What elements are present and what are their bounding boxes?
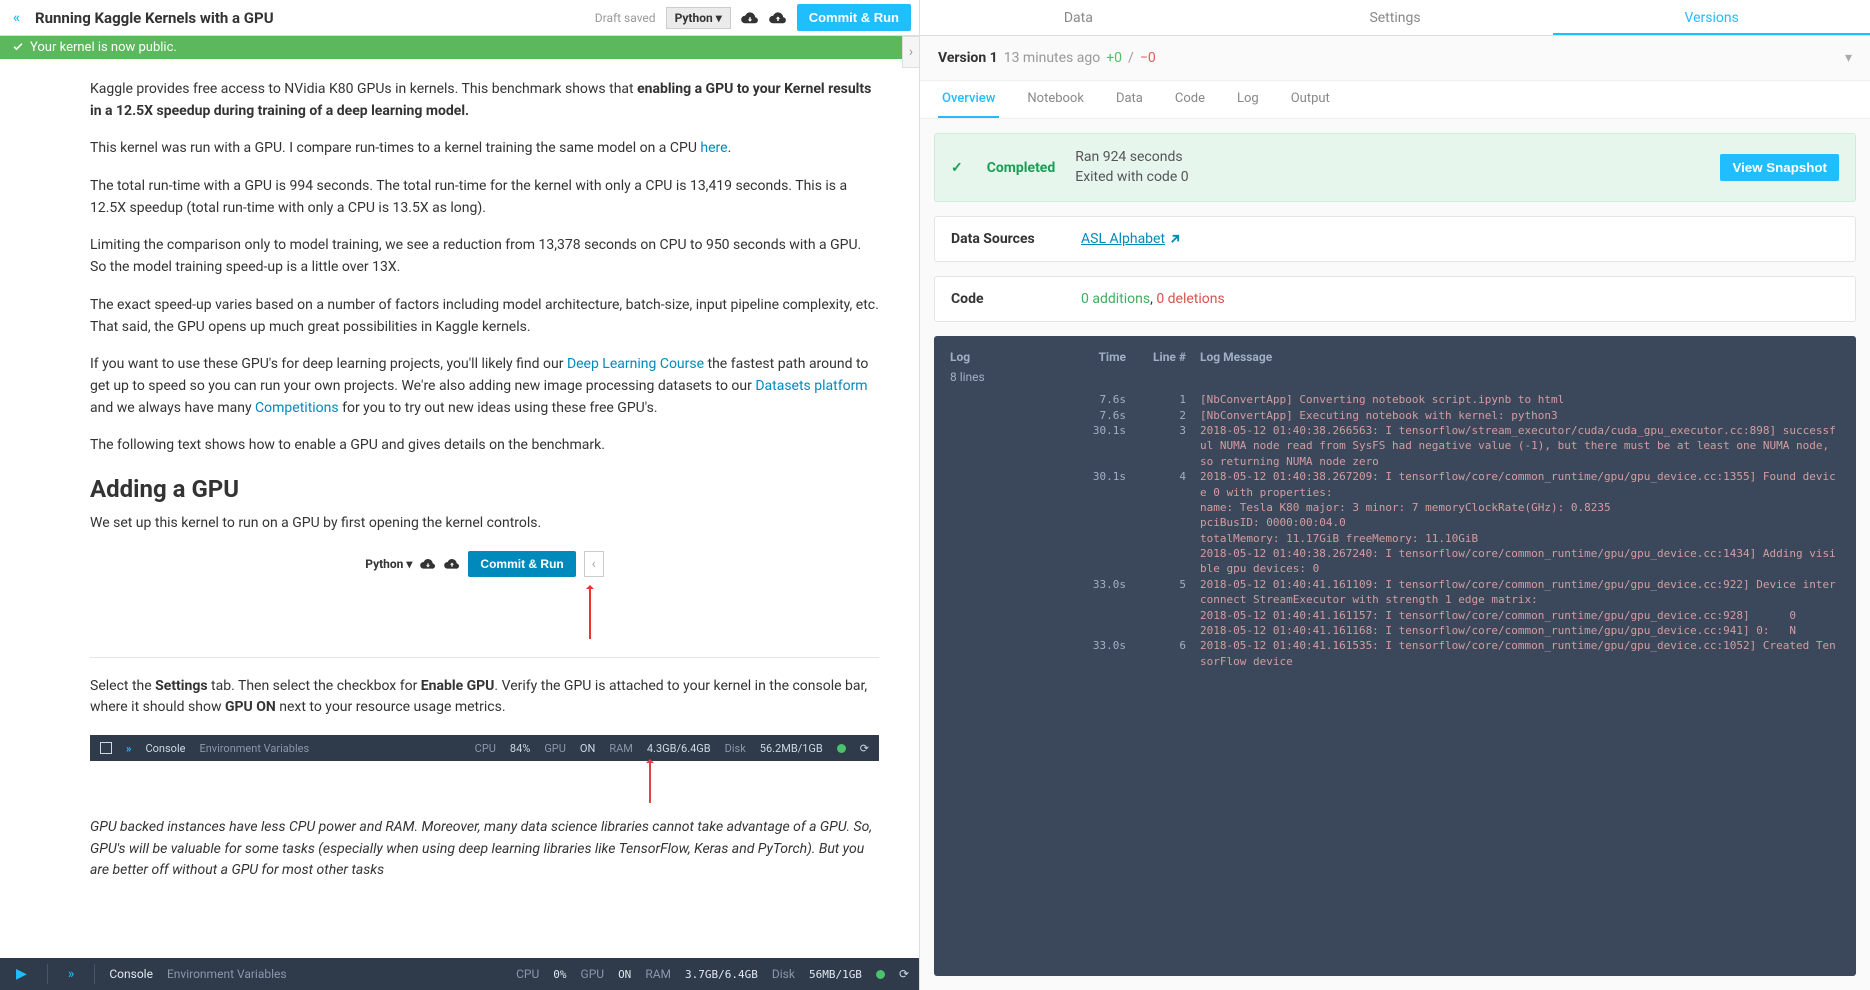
code-card: Code 0 additions, 0 deletions [934, 276, 1856, 322]
red-arrow-1 [589, 587, 591, 639]
log-row: 33.0s62018-05-12 01:40:41.161535: I tens… [950, 638, 1840, 669]
banner-text: Your kernel is now public. [30, 40, 177, 55]
play-icon[interactable]: ▶ [10, 966, 33, 982]
draft-saved-label: Draft saved [595, 11, 656, 25]
status-dot [876, 970, 885, 979]
deep-learning-link[interactable]: Deep Learning Course [567, 356, 704, 372]
notebook-content: Kaggle provides free access to NVidia K8… [0, 59, 919, 958]
cloud-upload-icon[interactable] [769, 11, 787, 25]
log-row: 30.1s32018-05-12 01:40:38.266563: I tens… [950, 423, 1840, 469]
tab-versions[interactable]: Versions [1553, 0, 1870, 35]
external-link-icon [1169, 234, 1180, 245]
status-dot [837, 744, 846, 753]
version-row[interactable]: Version 1 13 minutes ago +0/−0 ▾ [920, 36, 1870, 81]
mini-cloud-up-icon [444, 558, 460, 570]
red-arrow-2 [649, 761, 651, 803]
subtab-overview[interactable]: Overview [938, 81, 999, 118]
mini-toolbar: Python ▾ Commit & Run ‹ [90, 551, 879, 577]
log-row: 30.1s42018-05-12 01:40:38.267209: I tens… [950, 469, 1840, 577]
caret-down-icon: ▾ [1845, 50, 1852, 66]
tab-settings[interactable]: Settings [1237, 0, 1554, 35]
log-row: 7.6s2[NbConvertApp] Executing notebook w… [950, 408, 1840, 423]
mini-lang: Python ▾ [365, 557, 412, 571]
log-row: 7.6s1[NbConvertApp] Converting notebook … [950, 392, 1840, 407]
subtab-output[interactable]: Output [1287, 81, 1334, 118]
kernel-title: Running Kaggle Kernels with a GPU [35, 9, 585, 27]
env-vars-tab[interactable]: Environment Variables [167, 967, 287, 981]
datasource-link[interactable]: ASL Alphabet [1081, 231, 1180, 247]
subtab-code[interactable]: Code [1171, 81, 1209, 118]
refresh-icon[interactable]: ⟳ [899, 967, 909, 981]
fastforward-icon[interactable]: » [62, 966, 81, 982]
log-row: 33.0s52018-05-12 01:40:41.161109: I tens… [950, 577, 1840, 639]
here-link[interactable]: here [700, 140, 727, 156]
stop-icon [100, 742, 112, 754]
subtab-notebook[interactable]: Notebook [1023, 81, 1088, 118]
competitions-link[interactable]: Competitions [255, 400, 339, 416]
fastforward-icon: » [126, 742, 132, 755]
console-bar-image: » Console Environment Variables CPU84% G… [90, 735, 879, 761]
subtab-data[interactable]: Data [1112, 81, 1147, 118]
language-select[interactable]: Python ▾ [666, 7, 731, 29]
adding-gpu-heading: Adding a GPU [90, 475, 879, 503]
separator [90, 657, 879, 658]
mini-chevron-icon: ‹ [584, 551, 604, 577]
console-tab[interactable]: Console [109, 967, 153, 981]
check-icon: ✓ [951, 160, 963, 176]
mini-commit-run: Commit & Run [468, 551, 575, 577]
live-console-bar: ▶ » Console Environment Variables CPU0% … [0, 958, 919, 990]
collapse-icon[interactable]: « [8, 10, 25, 26]
cloud-download-icon[interactable] [741, 11, 759, 25]
status-card: ✓ Completed Ran 924 seconds Exited with … [934, 133, 1856, 202]
datasources-card: Data Sources ASL Alphabet [934, 216, 1856, 262]
log-panel: Log Time Line # Log Message 8 lines 7.6s… [934, 336, 1856, 976]
commit-run-button[interactable]: Commit & Run [797, 4, 911, 31]
tab-data[interactable]: Data [920, 0, 1237, 35]
refresh-icon: ⟳ [860, 742, 869, 755]
view-snapshot-button[interactable]: View Snapshot [1720, 154, 1839, 181]
public-banner: Your kernel is now public. [0, 36, 919, 59]
subtab-log[interactable]: Log [1233, 81, 1263, 118]
datasets-link[interactable]: Datasets platform [755, 378, 867, 394]
mini-cloud-down-icon [420, 558, 436, 570]
